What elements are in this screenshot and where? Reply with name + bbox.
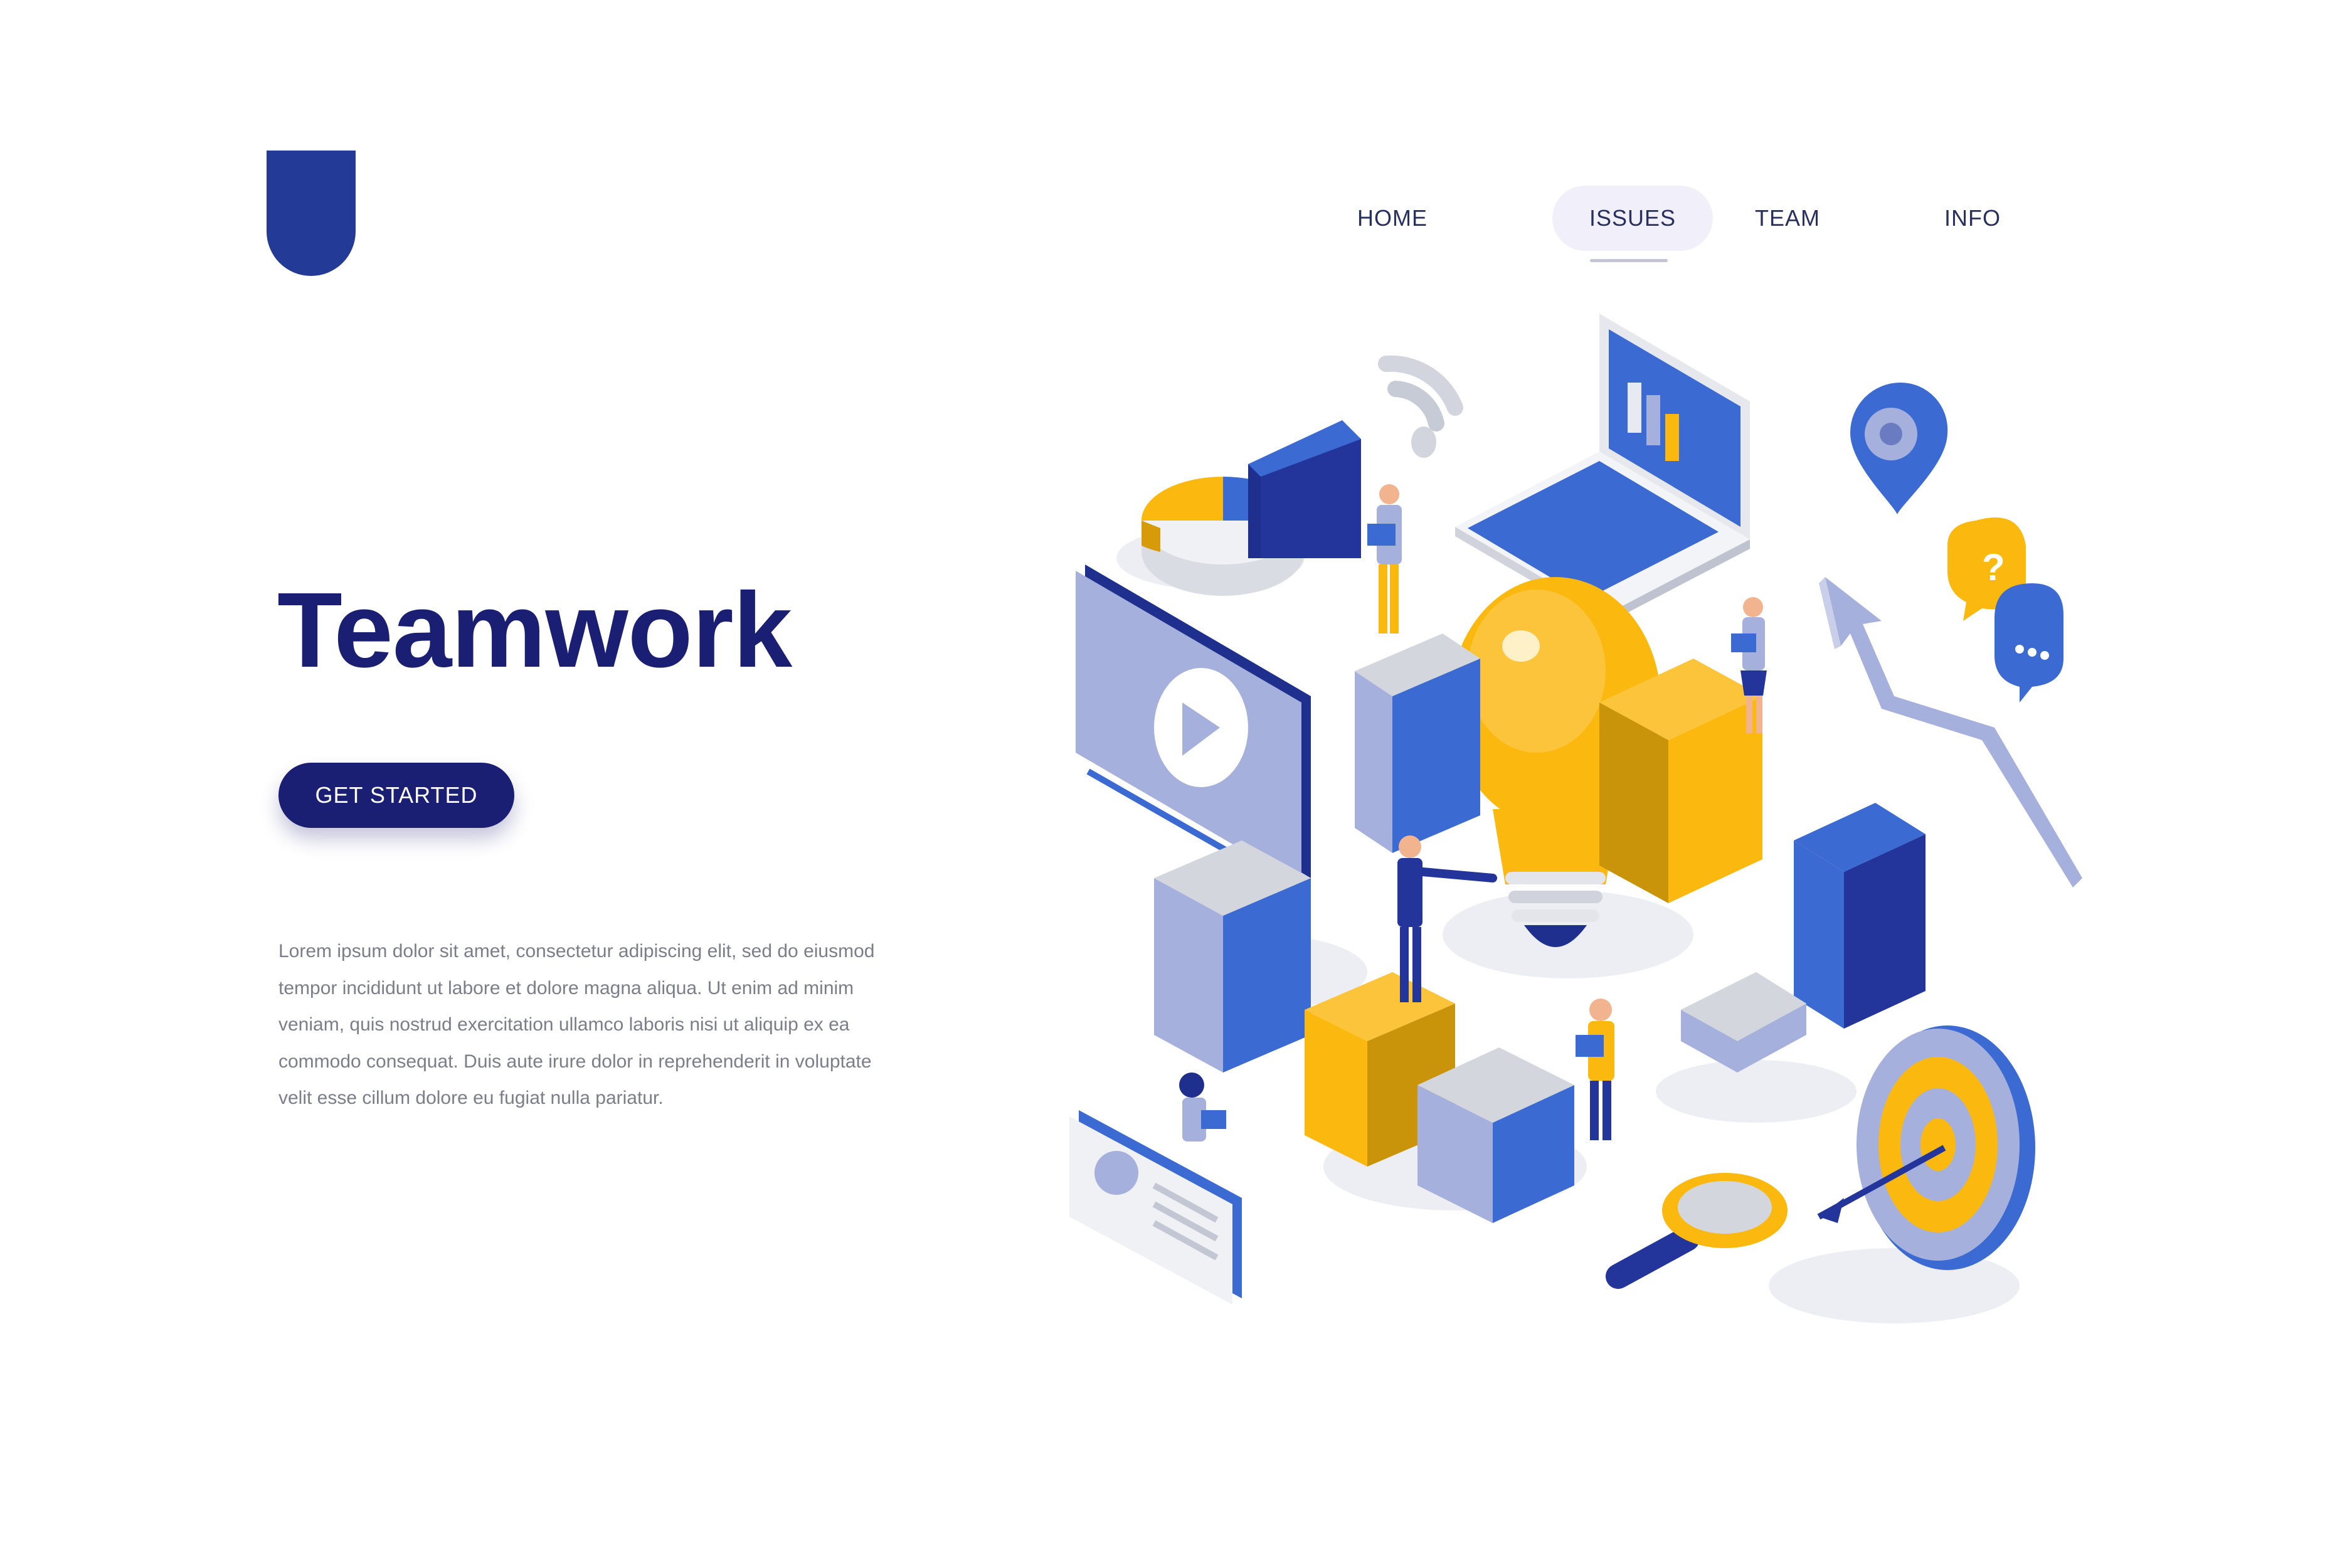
get-started-button[interactable]: GET STARTED: [278, 763, 514, 828]
svg-text:?: ?: [1982, 546, 2005, 588]
nav-team[interactable]: TEAM: [1744, 186, 1831, 251]
description-line: velit esse cillum dolore eu fugiat nulla…: [278, 1088, 664, 1108]
wifi-icon: [1378, 355, 1463, 458]
pie-chart-icon: [1142, 420, 1361, 596]
location-pin-icon: [1850, 382, 1948, 514]
description-line: tempor incididunt ut labore et dolore ma…: [278, 977, 854, 999]
main-nav: HOME ISSUES TEAM INFO: [1348, 182, 2082, 251]
hero-description: Lorem ipsum dolor sit amet, consectetur …: [278, 933, 956, 1117]
chat-bubble-icon: [1994, 583, 2063, 702]
description-line: commodo consequat. Duis aute irure dolor…: [278, 1051, 872, 1072]
logo[interactable]: [267, 151, 356, 276]
magnifier-icon: [1606, 1173, 1788, 1289]
description-line: Lorem ipsum dolor sit amet, consectetur …: [278, 941, 875, 961]
nav-info[interactable]: INFO: [1929, 186, 2016, 251]
video-player-icon: [1076, 564, 1311, 887]
nav-active-indicator: [1590, 259, 1668, 262]
description-line: veniam, quis nostrud exercitation ullamc…: [278, 1014, 850, 1035]
page-title: Teamwork: [277, 571, 792, 690]
shield-logo-icon: [267, 151, 356, 276]
target-icon: [1817, 1025, 2035, 1270]
nav-home[interactable]: HOME: [1348, 186, 1436, 251]
teamwork-illustration: ?: [1069, 314, 2082, 1323]
laptop-icon: [1455, 314, 1750, 624]
nav-issues[interactable]: ISSUES: [1552, 186, 1713, 251]
settings-card-icon: [1069, 1110, 1242, 1305]
